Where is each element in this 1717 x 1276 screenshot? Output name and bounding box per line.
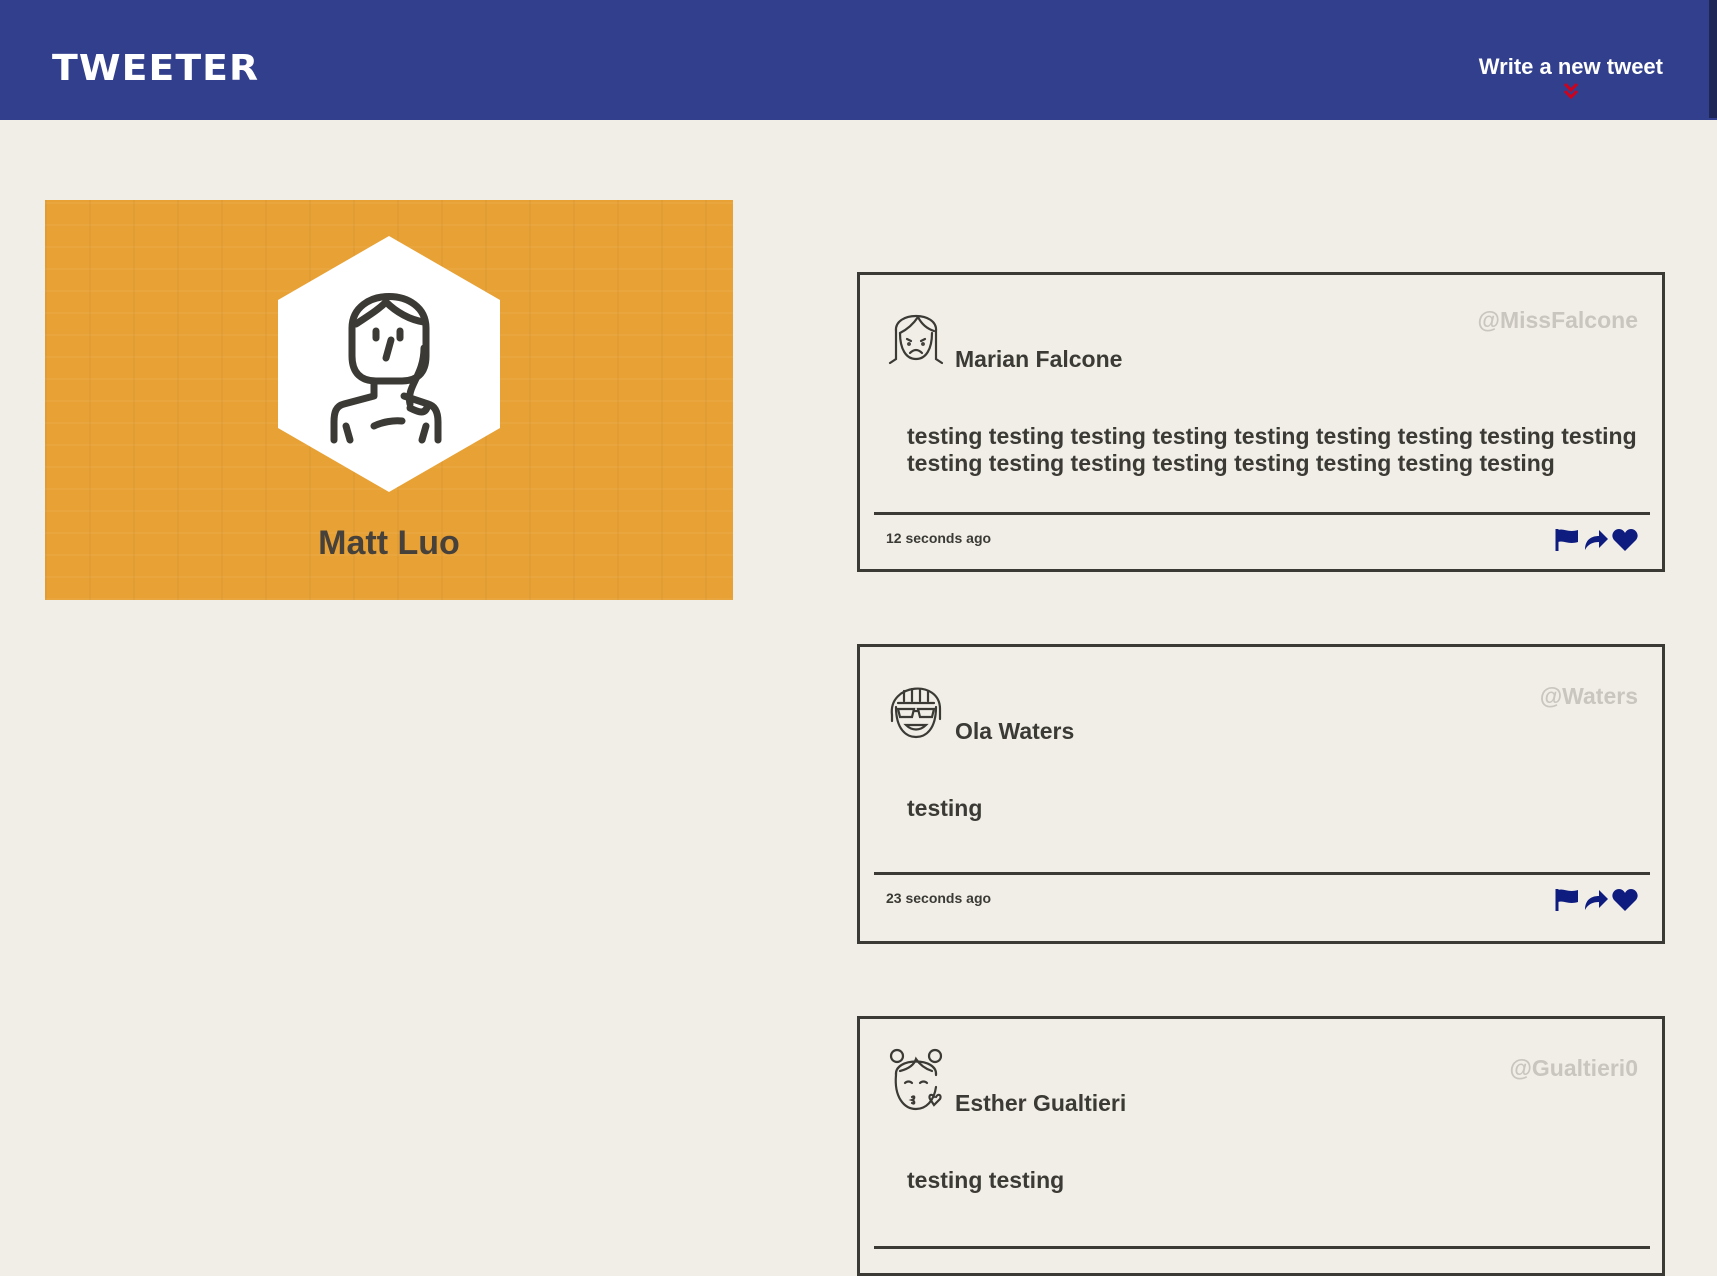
profile-name: Matt Luo (318, 524, 460, 562)
tweet-timestamp: 12 seconds ago (886, 530, 992, 546)
scrollbar[interactable] (1709, 0, 1717, 118)
flag-icon[interactable] (1554, 528, 1580, 552)
flag-icon[interactable] (1554, 888, 1580, 912)
tweet-actions (1554, 888, 1638, 912)
kissing-girl-avatar-icon (889, 1048, 943, 1111)
tweet-body: testing (907, 795, 983, 821)
retweet-icon[interactable] (1583, 528, 1609, 552)
tweet-author-handle[interactable]: @Gualtieri0 (1509, 1055, 1638, 1082)
woman-avatar-icon (278, 236, 500, 492)
tweet-body: testing testing (907, 1167, 1065, 1193)
tweet-body: testing testing testing testing testing … (907, 423, 1637, 476)
tweet-author-handle[interactable]: @MissFalcone (1478, 307, 1638, 334)
top-nav: TWEETER Write a new tweet (0, 0, 1717, 120)
tweet-author-handle[interactable]: @Waters (1540, 683, 1638, 710)
tweet-card: Ola Waters @Waters testing 23 seconds ag… (857, 644, 1665, 944)
tweet-author-name[interactable]: Ola Waters (955, 718, 1074, 745)
sunglasses-woman-avatar-icon (890, 687, 942, 739)
retweet-icon[interactable] (1583, 888, 1609, 912)
tweet-card: Marian Falcone @MissFalcone testing test… (857, 272, 1665, 572)
tweet-author-name[interactable]: Esther Gualtieri (955, 1090, 1126, 1117)
tweet-timestamp: 23 seconds ago (886, 890, 992, 906)
double-chevron-down-icon[interactable] (1563, 82, 1579, 100)
sad-woman-avatar-icon (888, 314, 944, 365)
tweet-author-name[interactable]: Marian Falcone (955, 346, 1122, 373)
heart-icon[interactable] (1612, 528, 1638, 552)
compose-tweet-label[interactable]: Write a new tweet (1479, 54, 1663, 80)
tweet-divider (874, 872, 1650, 875)
tweet-actions (1554, 528, 1638, 552)
profile-card: Matt Luo (45, 200, 733, 600)
heart-icon[interactable] (1612, 888, 1638, 912)
brand-logo[interactable]: TWEETER (52, 48, 259, 89)
compose-tweet-toggle[interactable]: Write a new tweet (1479, 54, 1663, 100)
tweet-divider (874, 512, 1650, 515)
tweet-card: Esther Gualtieri @Gualtieri0 testing tes… (857, 1016, 1665, 1276)
